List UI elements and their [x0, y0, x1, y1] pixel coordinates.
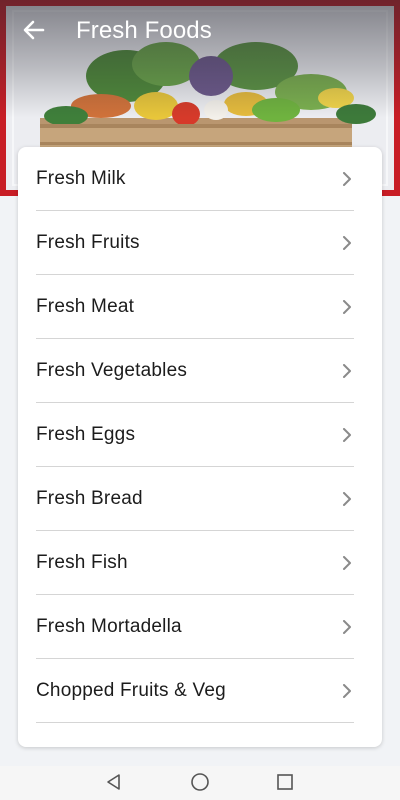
chevron-right-icon	[340, 491, 354, 506]
list-item-label: Fresh Fruits	[36, 231, 140, 253]
chevron-right-icon	[340, 299, 354, 314]
list-item[interactable]: Fresh Fruits	[36, 211, 354, 275]
back-button[interactable]	[18, 16, 50, 48]
list-item-label: Fresh Eggs	[36, 423, 136, 445]
chevron-right-icon	[340, 683, 354, 698]
list-item-label: Fresh Vegetables	[36, 359, 188, 381]
circle-home-icon	[190, 772, 210, 797]
list-item-label: Fresh Milk	[36, 167, 126, 189]
list-item-label: Fresh Fish	[36, 551, 128, 573]
list-item-label: Fresh Mortadella	[36, 615, 182, 637]
list-item[interactable]: Chopped Fruits & Veg	[36, 659, 354, 723]
list-item[interactable]: Fresh Eggs	[36, 403, 354, 467]
list-item-label: Fresh Meat	[36, 295, 135, 317]
arrow-left-icon	[21, 17, 47, 48]
nav-home-button[interactable]	[190, 772, 210, 797]
list-item[interactable]: Fresh Bread	[36, 467, 354, 531]
list-item-label: Chopped Fruits & Veg	[36, 679, 226, 701]
list-item[interactable]: Fresh Vegetables	[36, 339, 354, 403]
page-title: Fresh Foods	[76, 17, 212, 44]
triangle-back-icon	[105, 773, 123, 796]
nav-back-button[interactable]	[104, 773, 124, 796]
square-recents-icon	[276, 773, 294, 796]
list-item-label: Fresh Bread	[36, 487, 143, 509]
chevron-right-icon	[340, 555, 354, 570]
chevron-right-icon	[340, 235, 354, 250]
list-item[interactable]: Fresh Milk	[36, 147, 354, 211]
list-item[interactable]: Fresh Fish	[36, 531, 354, 595]
chevron-right-icon	[340, 619, 354, 634]
chevron-right-icon	[340, 427, 354, 442]
list-item[interactable]: Fresh Mortadella	[36, 595, 354, 659]
chevron-right-icon	[340, 363, 354, 378]
system-navigation-bar	[0, 766, 400, 800]
chevron-right-icon	[340, 171, 354, 186]
category-list: Fresh Milk Fresh Fruits Fresh Meat Fresh…	[18, 147, 382, 747]
nav-recents-button[interactable]	[275, 773, 295, 796]
list-item[interactable]: Fresh Meat	[36, 275, 354, 339]
